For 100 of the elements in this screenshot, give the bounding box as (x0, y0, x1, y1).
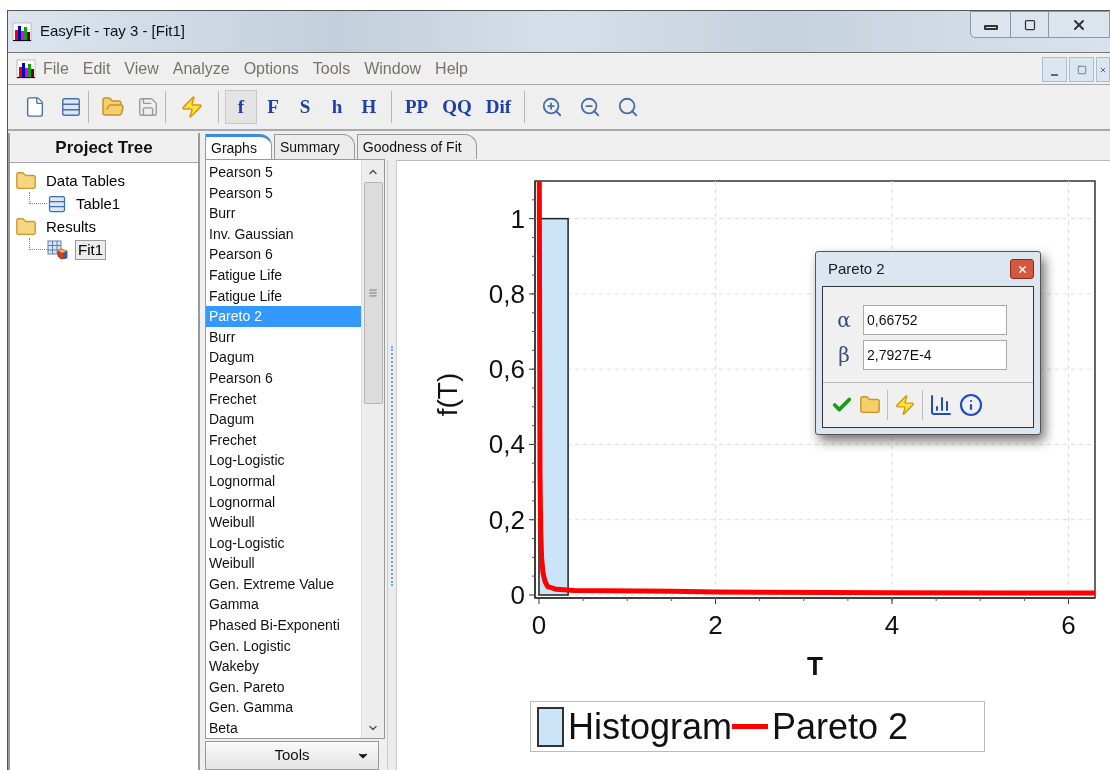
plot-type-button[interactable]: F (257, 90, 289, 124)
distribution-item[interactable]: Inv. Gaussian (206, 223, 361, 245)
zoom-out-icon[interactable] (579, 96, 602, 118)
close-button[interactable] (1010, 259, 1034, 279)
panel-header: Project Tree (10, 133, 198, 163)
grip-icon (368, 288, 378, 298)
x-tick-label: 4 (884, 610, 900, 640)
x-tick-label: 0 (531, 610, 547, 640)
save-icon[interactable] (137, 96, 159, 118)
tree-item[interactable]: Results (43, 216, 100, 237)
table-cube-icon (47, 239, 69, 260)
dialog-title: Pareto 2 (828, 258, 885, 279)
distribution-item[interactable]: Lognormal (206, 470, 361, 492)
distribution-item[interactable]: Lognormal (206, 491, 361, 513)
distribution-item[interactable]: Gen. Extreme Value (206, 573, 361, 595)
window-title: EasyFit - тау 3 - [Fit1] (40, 21, 185, 42)
distribution-item[interactable]: Log-Logistic (206, 450, 361, 471)
distribution-item[interactable]: Pearson 6 (206, 244, 361, 265)
menu-item[interactable]: Analyze (165, 56, 237, 81)
menu-item[interactable]: File (36, 56, 76, 81)
tab[interactable]: Summary (273, 134, 355, 159)
parameter-symbol: α (836, 307, 852, 334)
distribution-item[interactable]: Weibull (206, 553, 361, 574)
restore-icon (1076, 64, 1087, 75)
tree-item[interactable]: Fit1 (75, 239, 106, 260)
plot-type-button[interactable]: h (321, 90, 353, 124)
parameter-field[interactable]: 2,7927E-4 (863, 340, 1007, 370)
y-tick-label: 0,6 (488, 354, 525, 385)
scrollbar[interactable] (361, 160, 384, 738)
distribution-item[interactable]: Weibull (206, 512, 361, 533)
close-icon (1016, 263, 1028, 275)
x-axis-title: T (807, 651, 823, 681)
distribution-item[interactable]: Fatigue Life (206, 285, 361, 307)
mdi-minimize-button[interactable] (1042, 57, 1067, 82)
distribution-item[interactable]: Gen. Gamma (206, 697, 361, 719)
y-tick-label: 0,2 (488, 504, 525, 535)
folder-icon[interactable] (859, 394, 881, 416)
folder-icon (15, 215, 37, 238)
distribution-item[interactable]: Dagum (206, 409, 361, 430)
table-icon (47, 193, 67, 214)
distribution-item[interactable]: Pearson 6 (206, 367, 361, 389)
distribution-item[interactable]: Burr (206, 203, 361, 224)
parameter-symbol: β (837, 342, 851, 369)
y-tick-label: 0,8 (488, 278, 525, 309)
distribution-item[interactable]: Frechet (206, 388, 361, 410)
menu-item[interactable]: Window (357, 56, 429, 81)
menu-item[interactable]: Options (236, 56, 306, 81)
legend-label: Pareto 2 (772, 706, 909, 747)
bar-chart-icon[interactable] (929, 393, 953, 417)
plot-type-button[interactable]: QQ (435, 90, 479, 124)
info-icon[interactable] (959, 393, 983, 417)
tab[interactable]: Goodness of Fit (356, 134, 477, 159)
plot-type-button[interactable]: S (289, 90, 321, 124)
plot-type-button[interactable]: Dif (478, 90, 519, 124)
distribution-item[interactable]: Fatigue Life (206, 265, 361, 286)
tree-item[interactable]: Data Tables (43, 170, 128, 191)
y-axis-title: f(T) (432, 372, 463, 417)
app-logo-icon (12, 21, 32, 42)
distribution-item[interactable]: Pearson 5 (206, 162, 361, 183)
menu-item[interactable]: Tools (305, 56, 358, 81)
plot-type-button[interactable]: H (353, 90, 385, 124)
y-tick-label: 0 (510, 580, 525, 610)
distribution-item[interactable]: Gen. Pareto (206, 676, 361, 698)
distribution-item[interactable]: Wakeby (206, 656, 361, 677)
y-tick-label: 1 (510, 203, 525, 234)
x-tick-label: 6 (1061, 610, 1076, 640)
plot-type-button[interactable]: PP (398, 90, 436, 124)
parameter-field[interactable]: 0,66752 (863, 305, 1007, 335)
scrollbar-thumb[interactable] (363, 182, 383, 404)
minimize-icon (1051, 74, 1058, 76)
tab[interactable]: Graphs (205, 134, 272, 159)
maximize-icon (1023, 18, 1036, 31)
distribution-item[interactable]: Dagum (206, 347, 361, 368)
distribution-item[interactable]: Frechet (206, 429, 361, 451)
distribution-item[interactable]: Log-Logistic (206, 532, 361, 554)
new-file-icon[interactable] (24, 96, 46, 118)
menu-item[interactable]: Edit (75, 56, 118, 81)
menu-item[interactable]: View (117, 56, 166, 81)
menu-item[interactable]: Help (428, 56, 475, 81)
tree-item[interactable]: Table1 (73, 193, 124, 214)
x-tick-label: 2 (708, 610, 723, 640)
zoom-in-icon[interactable] (541, 96, 564, 118)
minimize-icon (983, 25, 998, 30)
legend-label: Histogram (568, 706, 733, 747)
distribution-item[interactable]: Beta (206, 718, 361, 738)
tools-dropdown[interactable]: Tools (205, 741, 379, 770)
distribution-item[interactable]: Pearson 5 (206, 182, 361, 204)
mdi-close-button[interactable] (1096, 57, 1110, 82)
open-folder-icon[interactable] (101, 95, 125, 119)
close-icon (1099, 65, 1107, 74)
zoom-icon[interactable] (617, 96, 640, 118)
mdi-restore-button[interactable] (1069, 57, 1094, 82)
distribution-item[interactable]: Burr (206, 326, 361, 348)
distribution-item[interactable]: Gamma (206, 594, 361, 616)
folder-icon (15, 169, 37, 192)
legend-swatch (537, 706, 564, 747)
plot-type-button[interactable]: f (225, 90, 257, 124)
distribution-item[interactable]: Phased Bi-Exponenti (206, 615, 361, 636)
table-icon[interactable] (60, 96, 82, 118)
distribution-item[interactable]: Gen. Logistic (206, 635, 361, 657)
